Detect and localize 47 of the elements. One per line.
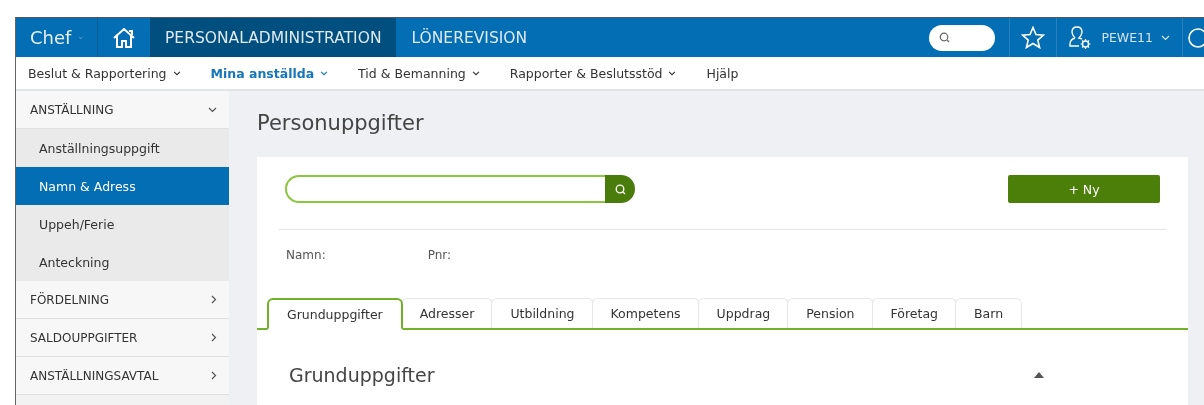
tab[interactable]: Företag (871, 298, 957, 328)
chevron-right-icon (211, 295, 217, 304)
section-title: Grunduppgifter (289, 364, 435, 386)
new-button[interactable]: + Ny (1008, 175, 1160, 203)
search-icon (939, 32, 951, 43)
chevron-down-icon (208, 106, 217, 113)
name-label: Namn: (286, 248, 326, 264)
role-dropdown[interactable]: Chef (16, 18, 98, 57)
chevron-right-icon (211, 333, 217, 342)
module-tab[interactable]: PERSONALADMINISTRATION (150, 18, 397, 57)
chevron-down-icon (668, 70, 677, 76)
tab[interactable]: Uppdrag (697, 298, 790, 328)
sidebar-group[interactable]: ANSTÄLLNINGSAVTAL (16, 357, 229, 395)
chevron-down-icon (172, 70, 181, 76)
menu-item[interactable]: Beslut & Rapportering (28, 65, 181, 81)
sidebar-group[interactable]: SALDOUPPGIFTER (16, 319, 229, 357)
menu-item[interactable]: Tid & Bemanning (358, 65, 480, 81)
sidebar-item[interactable]: Namn & Adress (16, 167, 229, 205)
page-title: Personuppgifter (257, 111, 425, 137)
home-icon (112, 26, 136, 49)
chevron-down-icon (1161, 34, 1170, 41)
sidebar-item[interactable]: Uppeh/Ferie (16, 205, 229, 243)
tab[interactable]: Barn (955, 298, 1023, 328)
tab[interactable]: Grunduppgifter (267, 298, 403, 330)
sidebar-item[interactable]: Anställningsuppgift (16, 129, 229, 167)
chevron-down-icon (320, 70, 329, 76)
menu-item[interactable]: Mina anställda (210, 65, 329, 81)
search-field[interactable] (929, 24, 996, 51)
user-settings-icon (1067, 24, 1094, 51)
tab[interactable]: Kompetens (591, 298, 700, 328)
caret-up-icon[interactable] (1034, 372, 1044, 378)
sidebar-item[interactable]: Anteckning (16, 243, 229, 281)
search-field[interactable] (285, 175, 605, 203)
search-button[interactable] (605, 175, 635, 203)
pnr-label: Pnr: (427, 248, 452, 264)
tab[interactable]: Utbildning (491, 298, 594, 328)
star-icon (1021, 26, 1046, 49)
tab[interactable]: Pension (787, 298, 874, 328)
chevron-right-icon (211, 371, 217, 380)
search-icon (614, 183, 626, 195)
sidebar-group[interactable]: FÖRDELNING (16, 281, 229, 319)
user-menu[interactable]: PEWE11 (1057, 18, 1182, 57)
chevron-down-icon (471, 70, 480, 76)
menu-item[interactable]: Hjälp (706, 65, 739, 81)
help-icon[interactable] (1187, 26, 1204, 49)
menu-item[interactable]: Rapporter & Beslutsstöd (509, 65, 677, 81)
sidebar-group[interactable]: ANSTÄLLNING (16, 91, 229, 129)
